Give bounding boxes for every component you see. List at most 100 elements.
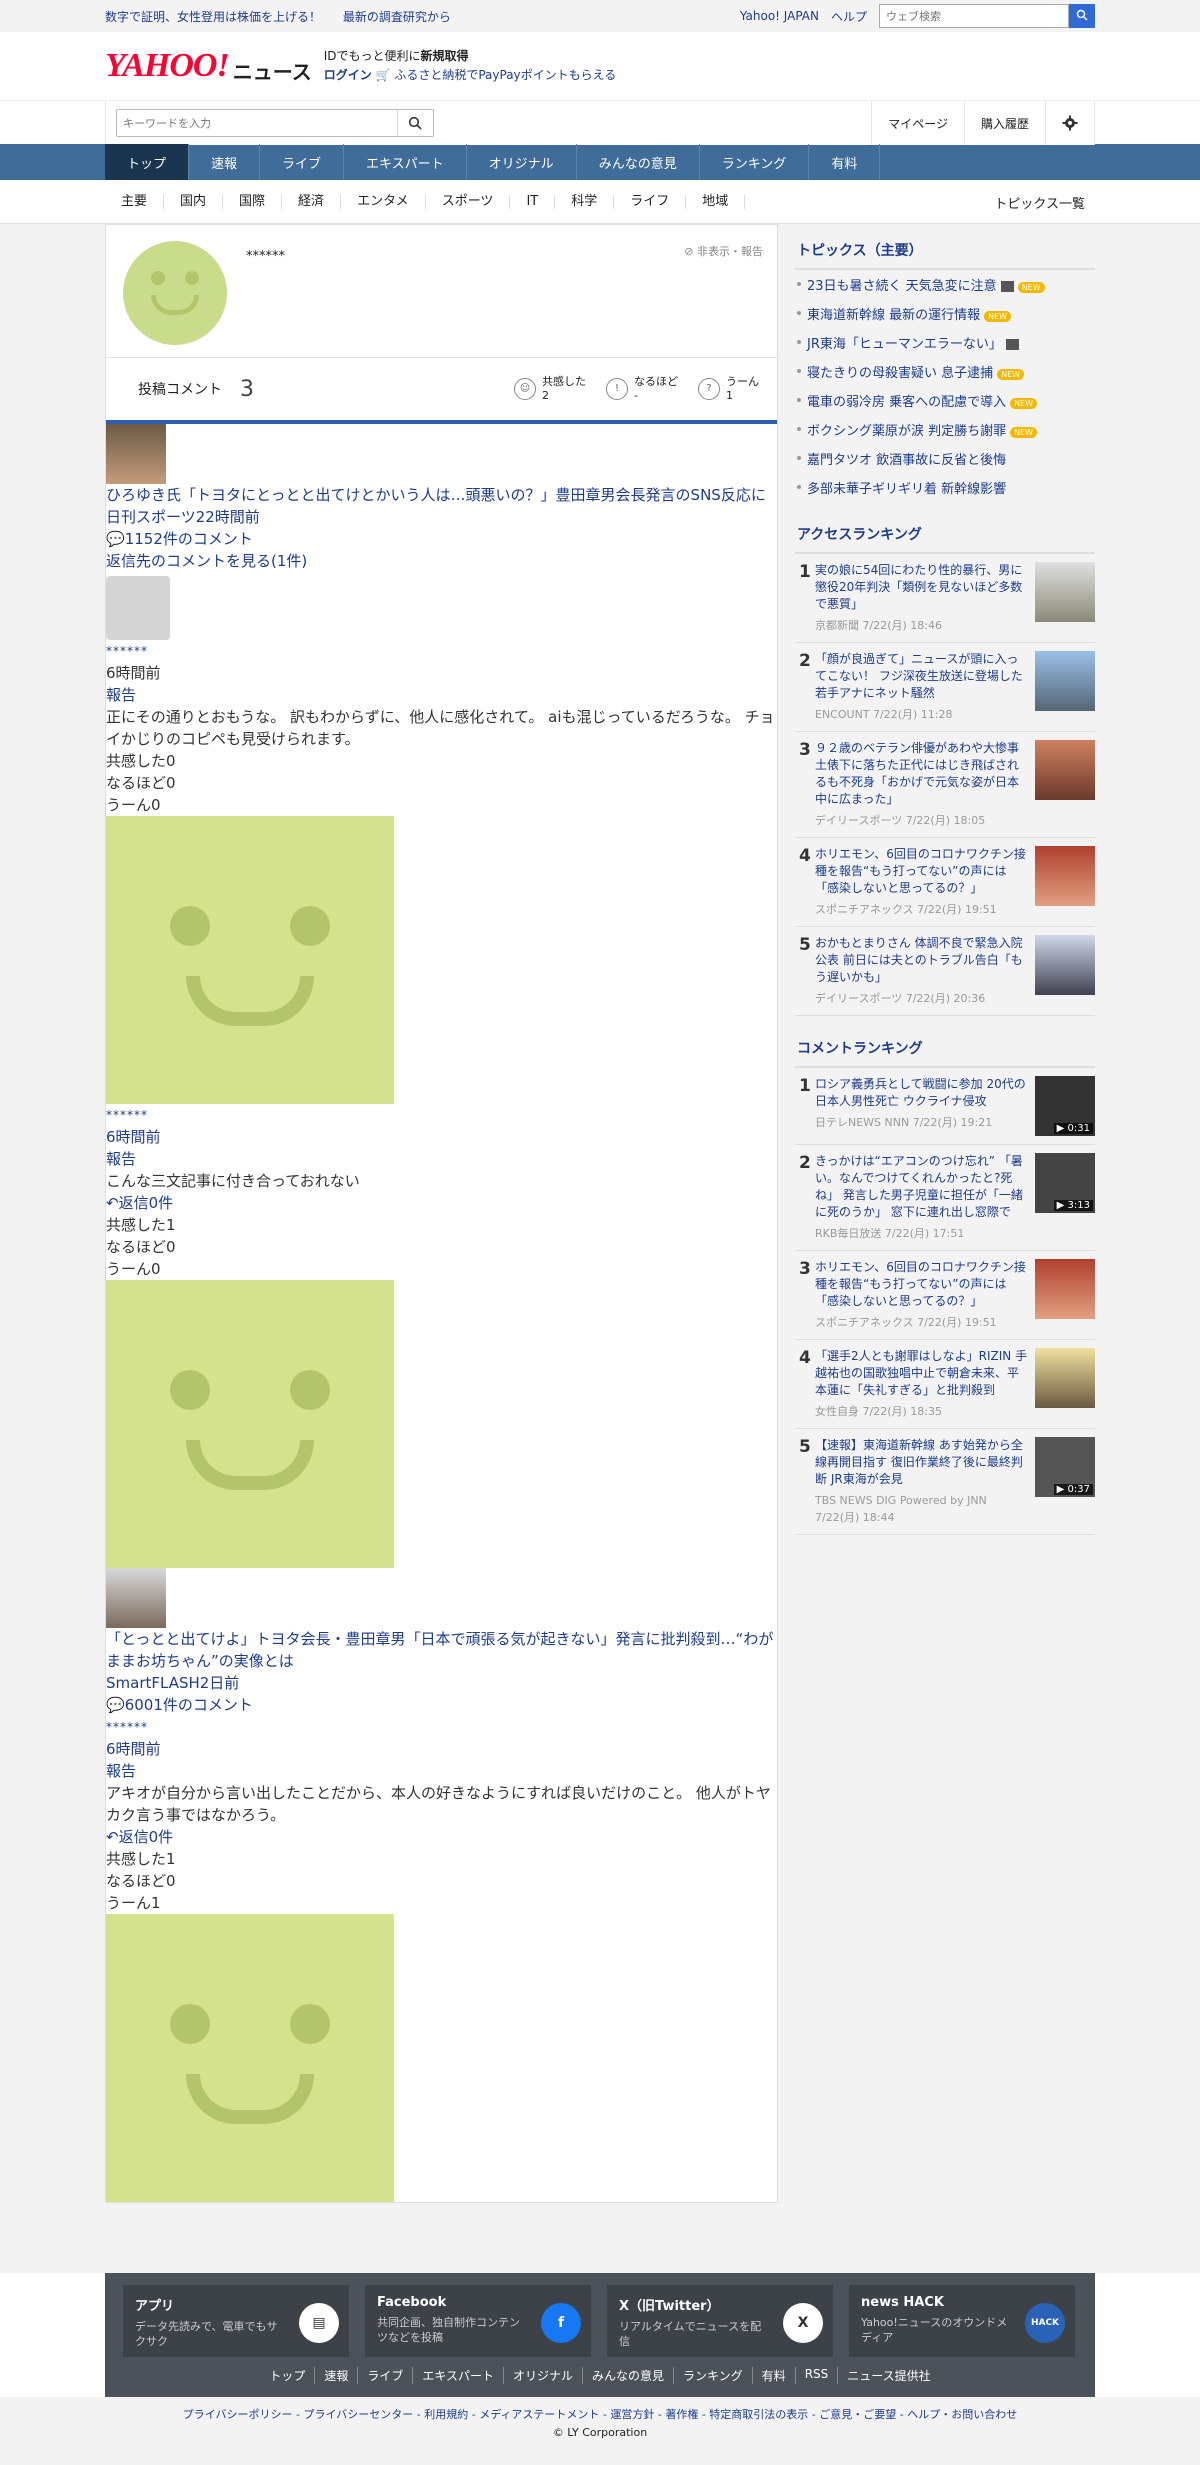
article-title[interactable]: 「とっとと出てけよ」トヨタ会長・豊田章男「日本で頑張る気が起きない」発言に批判殺… bbox=[106, 1628, 777, 1672]
cat-it[interactable]: IT bbox=[510, 195, 556, 209]
hmm-button[interactable]: うーん0 bbox=[106, 1258, 777, 1280]
article-source[interactable]: 日刊スポーツ22時間前 bbox=[106, 506, 777, 528]
topic-item[interactable]: JR東海「ヒューマンエラーない」 bbox=[795, 328, 1095, 357]
ranking-item[interactable]: 3 ホリエモン、6回目のコロナワクチン接種を報告“もう打ってない”の声には「感染し… bbox=[795, 1251, 1095, 1340]
web-search-input[interactable] bbox=[879, 4, 1069, 28]
cat-domestic[interactable]: 国内 bbox=[164, 195, 224, 209]
user-name[interactable]: ****** bbox=[106, 640, 777, 662]
ranking-item[interactable]: 4 ホリエモン、6回目のコロナワクチン接種を報告“もう打ってない”の声には「感染し… bbox=[795, 838, 1095, 927]
nav-opinions[interactable]: みんなの意見 bbox=[577, 144, 700, 180]
cat-entertainment[interactable]: エンタメ bbox=[341, 195, 426, 209]
yahoo-japan-link[interactable]: Yahoo! JAPAN bbox=[740, 9, 819, 23]
hmm-button[interactable]: うーん0 bbox=[106, 794, 777, 816]
ranking-item[interactable]: 2 きっかけは“エアコンのつけ忘れ” 「暑い。なんでつけてくれんかったと?死ね」 … bbox=[795, 1145, 1095, 1251]
article-thumbnail[interactable] bbox=[106, 1568, 166, 1628]
topic-item[interactable]: ボクシング薬原が涙 判定勝ち謝罪 NEW bbox=[795, 415, 1095, 444]
nav-paid[interactable]: 有料 bbox=[809, 144, 881, 180]
article-thumbnail[interactable] bbox=[106, 424, 166, 484]
topic-item[interactable]: 寝たきりの母殺害疑い 息子逮捕 NEW bbox=[795, 357, 1095, 386]
footer-nav-item[interactable]: オリジナル bbox=[503, 2367, 582, 2384]
ranking-item[interactable]: 5 おかもとまりさん 体調不良で緊急入院公表 前日には夫とのトラブル告白「もう遅い… bbox=[795, 927, 1095, 1016]
cat-economy[interactable]: 経済 bbox=[282, 195, 342, 209]
ranking-item[interactable]: 1 実の娘に54回にわたり性的暴行、男に懲役20年判決「類例を見ないほど多数で悪質… bbox=[795, 554, 1095, 643]
article-source[interactable]: SmartFLASH2日前 bbox=[106, 1672, 777, 1694]
promo-link-1[interactable]: 数字で証明、女性登用は株価を上げる！ bbox=[105, 10, 321, 24]
topic-item[interactable]: 嘉門タツオ 飲酒事故に反省と後悔 bbox=[795, 444, 1095, 473]
legal-link-list[interactable]: プライバシーポリシー - プライバシーセンター - 利用規約 - メディアステー… bbox=[0, 2406, 1200, 2424]
naruhodo-button[interactable]: なるほど0 bbox=[106, 772, 777, 794]
footer-facebook-card[interactable]: Facebook 共同企画、独自制作コンテンツなどを投稿 f bbox=[365, 2285, 591, 2357]
cat-science[interactable]: 科学 bbox=[555, 195, 615, 209]
login-link[interactable]: ログイン bbox=[324, 68, 372, 82]
cat-life[interactable]: ライフ bbox=[614, 195, 687, 209]
ranking-item[interactable]: 1 ロシア義勇兵として戦闘に参加 20代の日本人男性死亡 ウクライナ侵攻 日テレNE… bbox=[795, 1068, 1095, 1145]
cat-local[interactable]: 地域 bbox=[686, 195, 746, 209]
nav-expert[interactable]: エキスパート bbox=[344, 144, 467, 180]
news-search-button[interactable] bbox=[397, 110, 431, 136]
topic-item[interactable]: 23日も暑さ続く 天気急変に注意 NEW bbox=[795, 270, 1095, 299]
user-name[interactable]: ****** bbox=[106, 1104, 777, 1126]
ranking-item[interactable]: 4 「選手2人とも謝罪はしなよ」RIZIN 手越祐也の国歌独唱中止で朝倉未来、平本… bbox=[795, 1340, 1095, 1429]
cat-main[interactable]: 主要 bbox=[105, 195, 165, 209]
thinking-icon: ? bbox=[698, 378, 720, 400]
cat-sports[interactable]: スポーツ bbox=[426, 195, 511, 209]
reply-count-link[interactable]: ↶返信0件 bbox=[106, 1826, 777, 1848]
topic-item[interactable]: 多部未華子ギリギリ着 新幹線影響 bbox=[795, 473, 1095, 502]
nav-original[interactable]: オリジナル bbox=[467, 144, 577, 180]
reply-count-link[interactable]: ↶返信0件 bbox=[106, 1192, 777, 1214]
article-comment-count[interactable]: 💬6001件のコメント bbox=[106, 1694, 777, 1716]
cat-international[interactable]: 国際 bbox=[223, 195, 283, 209]
nav-live[interactable]: ライブ bbox=[260, 144, 345, 180]
signup-link[interactable]: 新規取得 bbox=[421, 49, 469, 63]
nav-breaking[interactable]: 速報 bbox=[189, 144, 261, 180]
comment-time[interactable]: 6時間前 bbox=[106, 1126, 777, 1148]
report-link[interactable]: 報告 bbox=[106, 684, 777, 706]
ranking-item[interactable]: 2 「顔が良過ぎて」ニュースが頭に入ってこない！ フジ深夜生放送に登場した若手アナ… bbox=[795, 643, 1095, 732]
hmm-button[interactable]: うーん1 bbox=[106, 1892, 777, 1914]
help-link[interactable]: ヘルプ bbox=[831, 8, 867, 25]
topic-item[interactable]: 電車の弱冷房 乗客への配慮で導入 NEW bbox=[795, 386, 1095, 415]
article-comment-count[interactable]: 💬1152件のコメント bbox=[106, 528, 777, 550]
footer-x-card[interactable]: X（旧Twitter） リアルタイムでニュースを配信 X bbox=[607, 2285, 833, 2357]
user-comments-panel: ****** ⊘ 非表示・報告 投稿コメント 3 ☺ 共感した 2 ! なるほど - ?… bbox=[105, 224, 778, 2203]
report-link[interactable]: 報告 bbox=[106, 1760, 777, 1782]
agree-button[interactable]: 共感した1 bbox=[106, 1214, 777, 1236]
hide-report-link[interactable]: ⊘ 非表示・報告 bbox=[684, 243, 763, 259]
nav-top[interactable]: トップ bbox=[105, 144, 190, 180]
ranking-item[interactable]: 5 【速報】東海道新幹線 あす始発から全線再開目指す 復旧作業終了後に最終判断 J… bbox=[795, 1429, 1095, 1535]
footer-nav-item[interactable]: エキスパート bbox=[412, 2367, 503, 2384]
header-info: IDでもっと便利に新規取得 ログイン 🛒 ふるさと納税でPayPayポイントもら… bbox=[324, 47, 617, 85]
footer-nav-item[interactable]: トップ bbox=[260, 2367, 314, 2384]
footer-nav-item[interactable]: 有料 bbox=[751, 2367, 795, 2384]
footer-nav-item[interactable]: 速報 bbox=[314, 2367, 357, 2384]
ranking-item[interactable]: 3 ９２歳のベテラン俳優があわや大惨事 土俵下に落ちた正代にはじき飛ばされるも不死… bbox=[795, 732, 1095, 838]
footer-nav-item[interactable]: みんなの意見 bbox=[582, 2367, 673, 2384]
agree-button[interactable]: 共感した0 bbox=[106, 750, 777, 772]
agree-button[interactable]: 共感した1 bbox=[106, 1848, 777, 1870]
footer-nav-item[interactable]: RSS bbox=[794, 2367, 838, 2384]
user-name[interactable]: ****** bbox=[106, 1716, 777, 1738]
topics-list-link[interactable]: トピックス一覧 bbox=[994, 193, 1095, 212]
naruhodo-button[interactable]: なるほど0 bbox=[106, 1236, 777, 1258]
purchase-history-link[interactable]: 購入履歴 bbox=[963, 101, 1045, 145]
footer-nav-item[interactable]: ニュース提供社 bbox=[837, 2367, 939, 2384]
topic-item[interactable]: 東海道新幹線 最新の運行情報 NEW bbox=[795, 299, 1095, 328]
comment-time[interactable]: 6時間前 bbox=[106, 1738, 777, 1760]
view-parent-comment-link[interactable]: 返信先のコメントを見る(1件) bbox=[106, 550, 777, 572]
web-search-button[interactable] bbox=[1069, 4, 1095, 28]
footer-nav-item[interactable]: ライブ bbox=[357, 2367, 412, 2384]
gear-icon bbox=[1062, 115, 1078, 131]
report-link[interactable]: 報告 bbox=[106, 1148, 777, 1170]
mypage-link[interactable]: マイページ bbox=[871, 101, 964, 145]
footer-newshack-card[interactable]: news HACK Yahoo!ニュースのオウンドメディア HACK bbox=[849, 2285, 1075, 2357]
footer-nav-item[interactable]: ランキング bbox=[673, 2367, 752, 2384]
naruhodo-button[interactable]: なるほど0 bbox=[106, 1870, 777, 1892]
promo-link-2[interactable]: 最新の調査研究から bbox=[343, 10, 451, 24]
news-search-input[interactable] bbox=[117, 111, 397, 135]
footer-app-card[interactable]: アプリ データ先読みで、電車でもサクサク ▤ bbox=[123, 2285, 349, 2357]
settings-button[interactable] bbox=[1045, 101, 1094, 145]
furusato-link[interactable]: ふるさと納税でPayPayポイントもらえる bbox=[394, 68, 616, 82]
article-title[interactable]: ひろゆき氏「トヨタにとっとと出てけとかいう人は…頭悪いの？」豊田章男会長発言のS… bbox=[106, 484, 777, 506]
yahoo-news-logo[interactable]: YAHOO! ニュース bbox=[105, 49, 312, 84]
nav-ranking[interactable]: ランキング bbox=[700, 144, 810, 180]
